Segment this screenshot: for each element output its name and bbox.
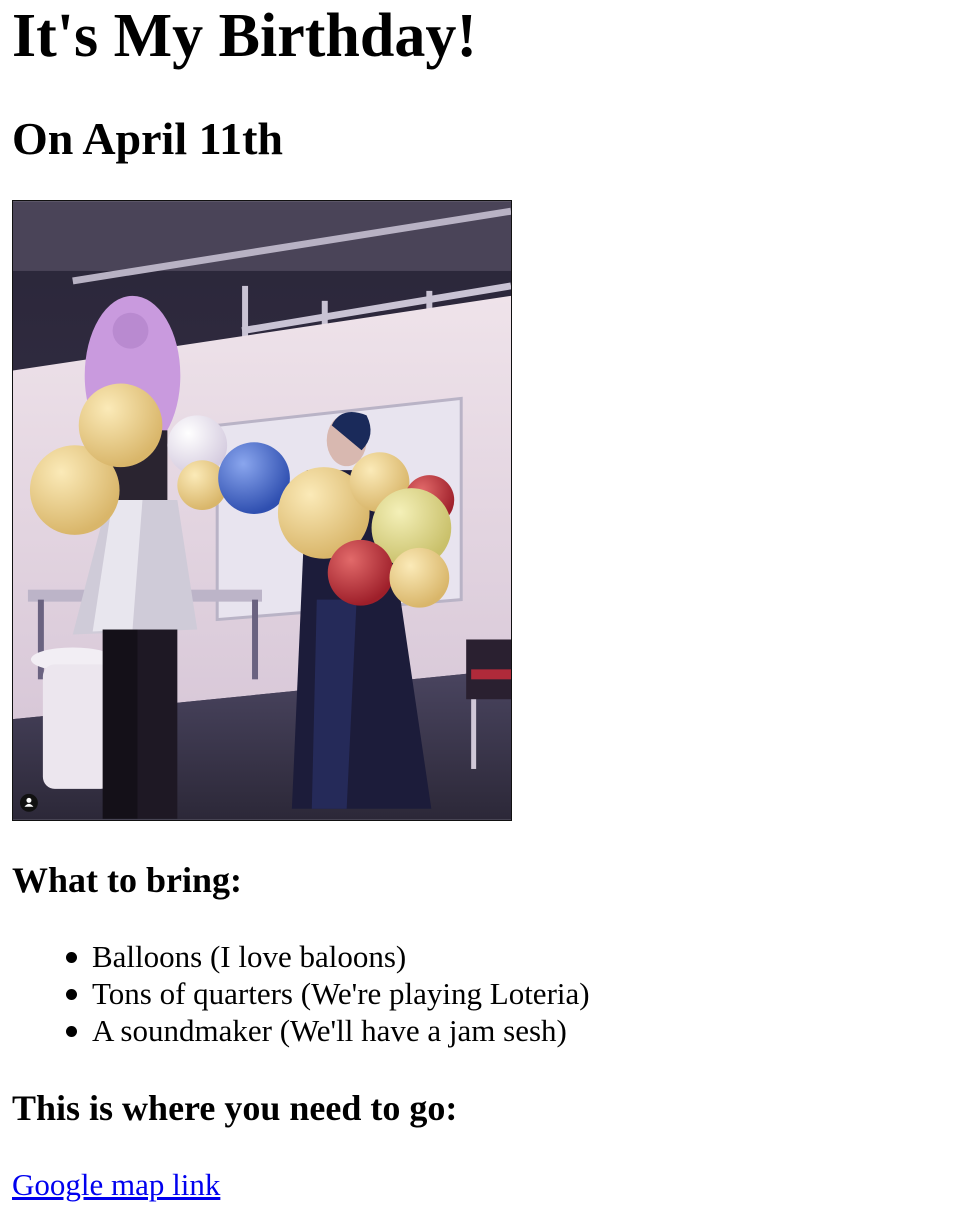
page: It's My Birthday! On April 11th What to …	[0, 0, 972, 1203]
page-title: It's My Birthday!	[12, 2, 477, 70]
location-heading: This is where you need to go:	[12, 1088, 458, 1128]
list-item: A soundmaker (We'll have a jam sesh)	[66, 1012, 960, 1049]
user-icon	[19, 793, 38, 812]
what-to-bring-heading: What to bring:	[12, 860, 243, 900]
google-map-link[interactable]: Google map link	[12, 1166, 220, 1203]
birthday-photo	[12, 200, 512, 821]
event-date-heading: On April 11th	[12, 113, 283, 164]
bring-list: Balloons (I love baloons) Tons of quarte…	[12, 938, 960, 1049]
list-item: Balloons (I love baloons)	[66, 938, 960, 975]
list-item: Tons of quarters (We're playing Loteria)	[66, 975, 960, 1012]
